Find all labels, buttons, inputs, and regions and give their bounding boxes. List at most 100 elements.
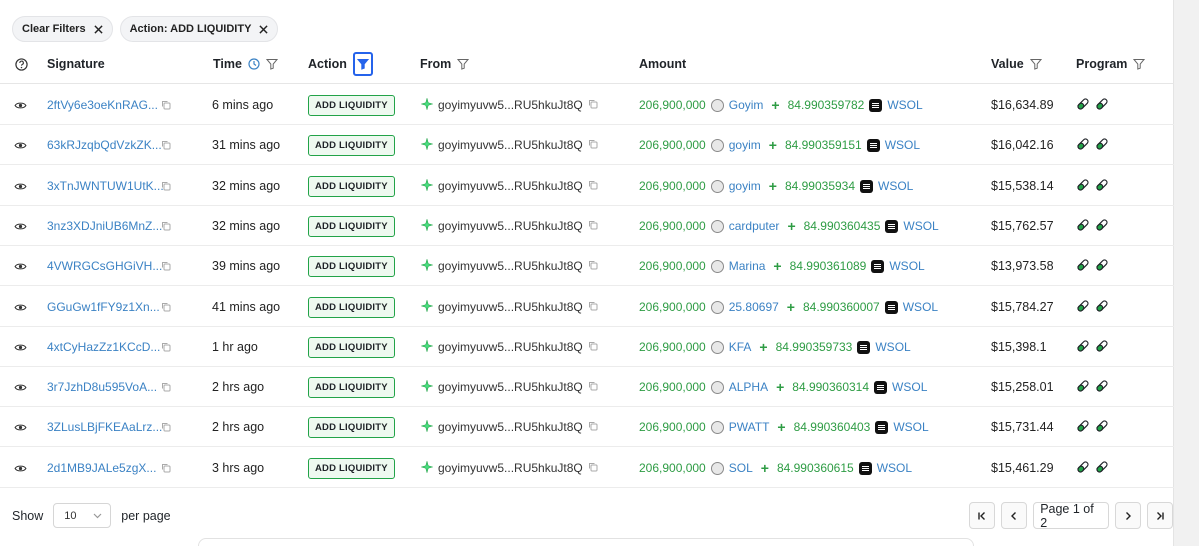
program-pill-icon[interactable] [1095,258,1109,275]
copy-icon[interactable] [588,98,598,112]
copy-icon[interactable] [588,420,598,434]
program-pill-icon[interactable] [1095,299,1109,316]
program-pill-icon[interactable] [1076,460,1090,477]
eye-icon[interactable] [14,246,27,286]
copy-icon[interactable] [161,166,171,206]
filter-icon[interactable] [457,58,470,70]
copy-icon[interactable] [588,461,598,475]
from-address[interactable]: goyimyuvw5...RU5hkuJt8Q [438,420,583,434]
eye-icon[interactable] [14,448,27,488]
program-pill-icon[interactable] [1095,460,1109,477]
program-pill-icon[interactable] [1095,379,1109,396]
copy-icon[interactable] [161,367,171,407]
eye-icon[interactable] [14,166,27,206]
copy-icon[interactable] [588,138,598,152]
wsol-link[interactable]: WSOL [885,138,920,152]
program-pill-icon[interactable] [1076,178,1090,195]
from-address[interactable]: goyimyuvw5...RU5hkuJt8Q [438,219,583,233]
first-page-button[interactable] [969,502,996,529]
copy-icon[interactable] [161,287,171,327]
program-pill-icon[interactable] [1076,339,1090,356]
program-pill-icon[interactable] [1076,419,1090,436]
copy-icon[interactable] [161,125,171,165]
from-address[interactable]: goyimyuvw5...RU5hkuJt8Q [438,300,583,314]
eye-icon[interactable] [14,206,27,246]
program-pill-icon[interactable] [1076,299,1090,316]
token-link[interactable]: ALPHA [729,380,768,394]
last-page-button[interactable] [1146,502,1173,529]
program-pill-icon[interactable] [1076,379,1090,396]
eye-icon[interactable] [14,287,27,327]
wsol-link[interactable]: WSOL [875,340,910,354]
next-page-button[interactable] [1114,502,1141,529]
eye-icon[interactable] [14,125,27,165]
wsol-link[interactable]: WSOL [877,461,912,475]
prev-page-button[interactable] [1001,502,1028,529]
from-address[interactable]: goyimyuvw5...RU5hkuJt8Q [438,340,583,354]
per-page-select[interactable]: 10 [53,503,112,528]
program-pill-icon[interactable] [1095,218,1109,235]
wsol-link[interactable]: WSOL [892,380,927,394]
filter-icon[interactable] [1133,58,1146,70]
signature-link[interactable]: 63kRJzqbQdVzkZK... [47,125,162,165]
signature-link[interactable]: 3xTnJWNTUW1UtK... [47,166,164,206]
eye-icon[interactable] [14,407,27,447]
token-link[interactable]: 25.80697 [729,300,779,314]
signature-link[interactable]: 3ZLusLBjFKEAaLrz... [47,407,162,447]
program-pill-icon[interactable] [1095,137,1109,154]
copy-icon[interactable] [588,300,598,314]
eye-icon[interactable] [14,85,27,125]
from-address[interactable]: goyimyuvw5...RU5hkuJt8Q [438,179,583,193]
wsol-link[interactable]: WSOL [887,98,922,112]
program-pill-icon[interactable] [1095,178,1109,195]
signature-link[interactable]: 3r7JzhD8u595VoA... [47,367,157,407]
program-pill-icon[interactable] [1095,97,1109,114]
close-icon[interactable] [93,24,103,34]
program-pill-icon[interactable] [1076,137,1090,154]
wsol-link[interactable]: WSOL [878,179,913,193]
copy-icon[interactable] [588,340,598,354]
signature-link[interactable]: 4xtCyHazZz1KCcD... [47,327,160,367]
program-pill-icon[interactable] [1095,419,1109,436]
token-link[interactable]: goyim [729,138,761,152]
signature-link[interactable]: 4VWRGCsGHGiVH... [47,246,162,286]
copy-icon[interactable] [588,179,598,193]
wsol-link[interactable]: WSOL [893,420,928,434]
from-address[interactable]: goyimyuvw5...RU5hkuJt8Q [438,138,583,152]
copy-icon[interactable] [161,327,171,367]
from-address[interactable]: goyimyuvw5...RU5hkuJt8Q [438,259,583,273]
token-link[interactable]: Goyim [729,98,764,112]
clock-icon[interactable] [248,58,260,70]
eye-icon[interactable] [14,327,27,367]
filter-icon[interactable] [265,58,278,70]
token-link[interactable]: SOL [729,461,753,475]
copy-icon[interactable] [161,206,171,246]
eye-icon[interactable] [14,367,27,407]
copy-icon[interactable] [161,407,171,447]
copy-icon[interactable] [588,219,598,233]
copy-icon[interactable] [161,85,171,125]
copy-icon[interactable] [161,448,171,488]
wsol-link[interactable]: WSOL [889,259,924,273]
signature-link[interactable]: GGuGw1fFY9z1Xn... [47,287,160,327]
program-pill-icon[interactable] [1076,97,1090,114]
wsol-link[interactable]: WSOL [903,300,938,314]
signature-link[interactable]: 3nz3XDJniUB6MnZ... [47,206,162,246]
from-address[interactable]: goyimyuvw5...RU5hkuJt8Q [438,380,583,394]
close-icon[interactable] [259,24,269,34]
token-link[interactable]: Marina [729,259,766,273]
program-pill-icon[interactable] [1076,258,1090,275]
from-address[interactable]: goyimyuvw5...RU5hkuJt8Q [438,461,583,475]
token-link[interactable]: KFA [729,340,752,354]
token-link[interactable]: goyim [729,179,761,193]
signature-link[interactable]: 2d1MB9JALe5zgX... [47,448,156,488]
token-link[interactable]: cardputer [729,219,780,233]
copy-icon[interactable] [588,380,598,394]
from-address[interactable]: goyimyuvw5...RU5hkuJt8Q [438,98,583,112]
clear-filters-chip[interactable]: Clear Filters [12,16,113,42]
action-filter-chip[interactable]: Action: ADD LIQUIDITY [119,16,279,42]
program-pill-icon[interactable] [1076,218,1090,235]
program-pill-icon[interactable] [1095,339,1109,356]
filter-icon-active[interactable] [352,52,373,76]
token-link[interactable]: PWATT [729,420,770,434]
